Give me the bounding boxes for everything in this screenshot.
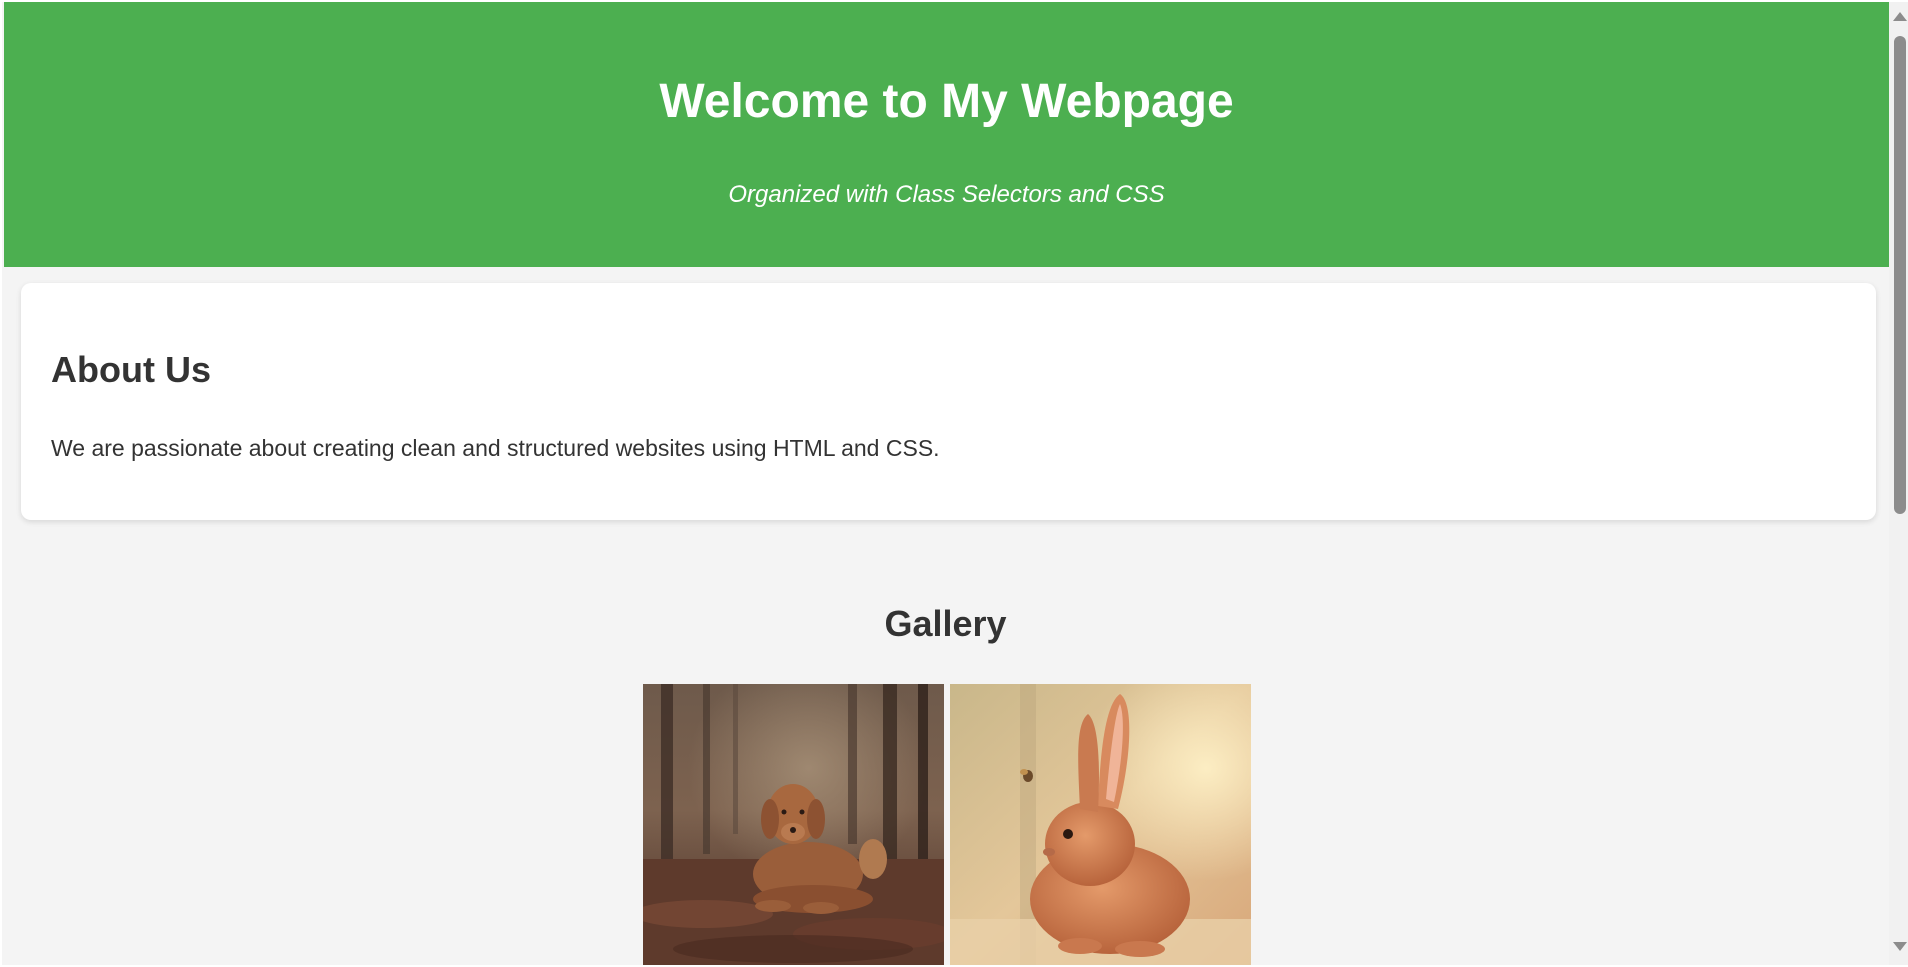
dog-image (643, 684, 944, 965)
scroll-down-arrow-icon[interactable] (1893, 942, 1907, 951)
scroll-up-arrow-icon[interactable] (1893, 12, 1907, 21)
about-text: We are passionate about creating clean a… (51, 435, 940, 461)
about-section: About Us We are passionate about creatin… (21, 283, 1876, 520)
page-viewport: Welcome to My Webpage Organized with Cla… (2, 2, 1889, 965)
site-header: Welcome to My Webpage Organized with Cla… (4, 2, 1889, 267)
page-subtitle: Organized with Class Selectors and CSS (728, 181, 1165, 208)
scrollbar-thumb[interactable] (1894, 36, 1906, 514)
rabbit-image (950, 684, 1251, 965)
gallery-heading: Gallery (884, 603, 1007, 644)
about-heading: About Us (51, 349, 211, 390)
vertical-scrollbar[interactable] (1889, 2, 1908, 965)
page-title: Welcome to My Webpage (659, 75, 1234, 128)
